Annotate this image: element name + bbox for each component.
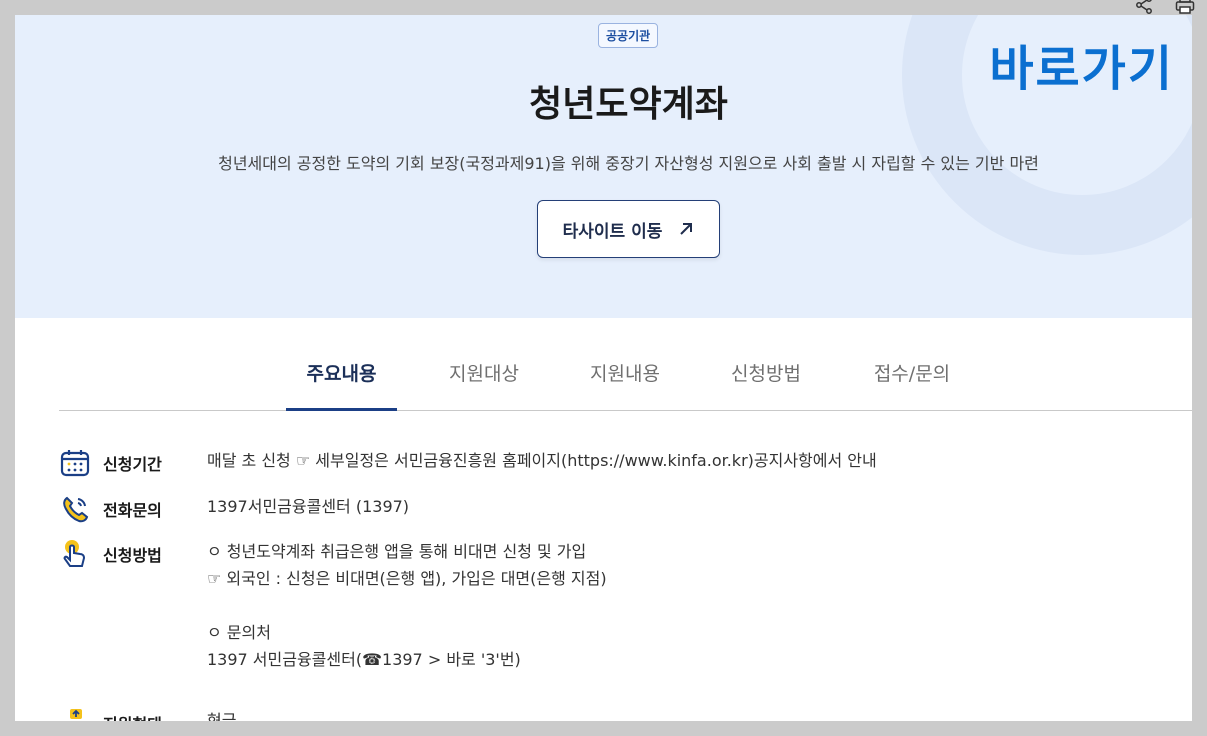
info-label: 신청방법 [103,546,162,565]
info-value: 매달 초 신청 ☞ 세부일정은 서민금융진흥원 홈페이지(https://www… [207,447,1107,474]
phone-icon [63,496,89,523]
page-frame: 공공기관 바로가기 청년도약계좌 청년세대의 공정한 도약의 기회 보장(국정과… [15,15,1192,721]
info-label: 신청기간 [103,455,162,474]
page-subtitle: 청년세대의 공정한 도약의 기회 보장(국정과제91)을 위해 중장기 자산형성… [218,154,1039,173]
hand-tap-icon [63,540,86,567]
info-row-phone: 전화문의 1397서민금융콜센터 (1397) [59,493,409,525]
tab-eligibility[interactable]: 지원대상 [429,350,539,411]
share-icon[interactable] [1135,0,1153,14]
info-value-line: ㅇ 문의처 [207,623,271,642]
info-value-line: 1397 서민금융콜센터(☎1397 > 바로 '3'번) [207,650,521,669]
arrow-up-right-icon [680,223,693,235]
info-row-support-type: 지원형태 현금 [59,707,236,721]
info-value-line: ☞ 외국인 : 신청은 비대면(은행 앱), 가입은 대면(은행 지점) [207,569,607,588]
support-hand-icon [70,709,82,719]
info-label: 전화문의 [103,501,162,520]
info-row-application-period: 신청기간 매달 초 신청 ☞ 세부일정은 서민금융진흥원 홈페이지(https:… [59,447,877,479]
tab-application-method[interactable]: 신청방법 [711,350,821,411]
tab-contact[interactable]: 접수/문의 [852,350,972,411]
calendar-icon [60,450,90,477]
external-site-button[interactable]: 타사이트 이동 [537,200,720,258]
tab-bar: 주요내용 지원대상 지원내용 신청방법 접수/문의 [59,350,1192,411]
tab-main-content[interactable]: 주요내용 [286,350,397,411]
page-title: 청년도약계좌 [529,84,728,125]
top-toolbar [1135,0,1195,14]
tab-support-content[interactable]: 지원내용 [570,350,680,411]
info-value-line: 현금 [207,711,237,721]
info-value-line: 매달 초 신청 ☞ 세부일정은 서민금융진흥원 홈페이지(https://www… [207,451,877,470]
hero-section: 공공기관 바로가기 청년도약계좌 청년세대의 공정한 도약의 기회 보장(국정과… [15,15,1192,318]
info-value-line [207,592,1107,619]
info-value-line: 1397서민금융콜센터 (1397) [207,497,410,516]
info-value: ㅇ 청년도약계좌 취급은행 앱을 통해 비대면 신청 및 가입 ☞ 외국인 : … [207,538,1107,673]
category-badge: 공공기관 [598,23,659,48]
info-value: 1397서민금융콜센터 (1397) [207,493,1107,520]
info-value-line: ㅇ 청년도약계좌 취급은행 앱을 통해 비대면 신청 및 가입 [207,542,587,561]
info-value: 현금 [207,707,1107,721]
info-row-application-method: 신청방법 ㅇ 청년도약계좌 취급은행 앱을 통해 비대면 신청 및 가입 ☞ 외… [59,538,607,669]
print-icon[interactable] [1175,0,1195,14]
external-site-button-label: 타사이트 이동 [562,221,663,242]
info-label: 지원형태 [103,711,203,721]
